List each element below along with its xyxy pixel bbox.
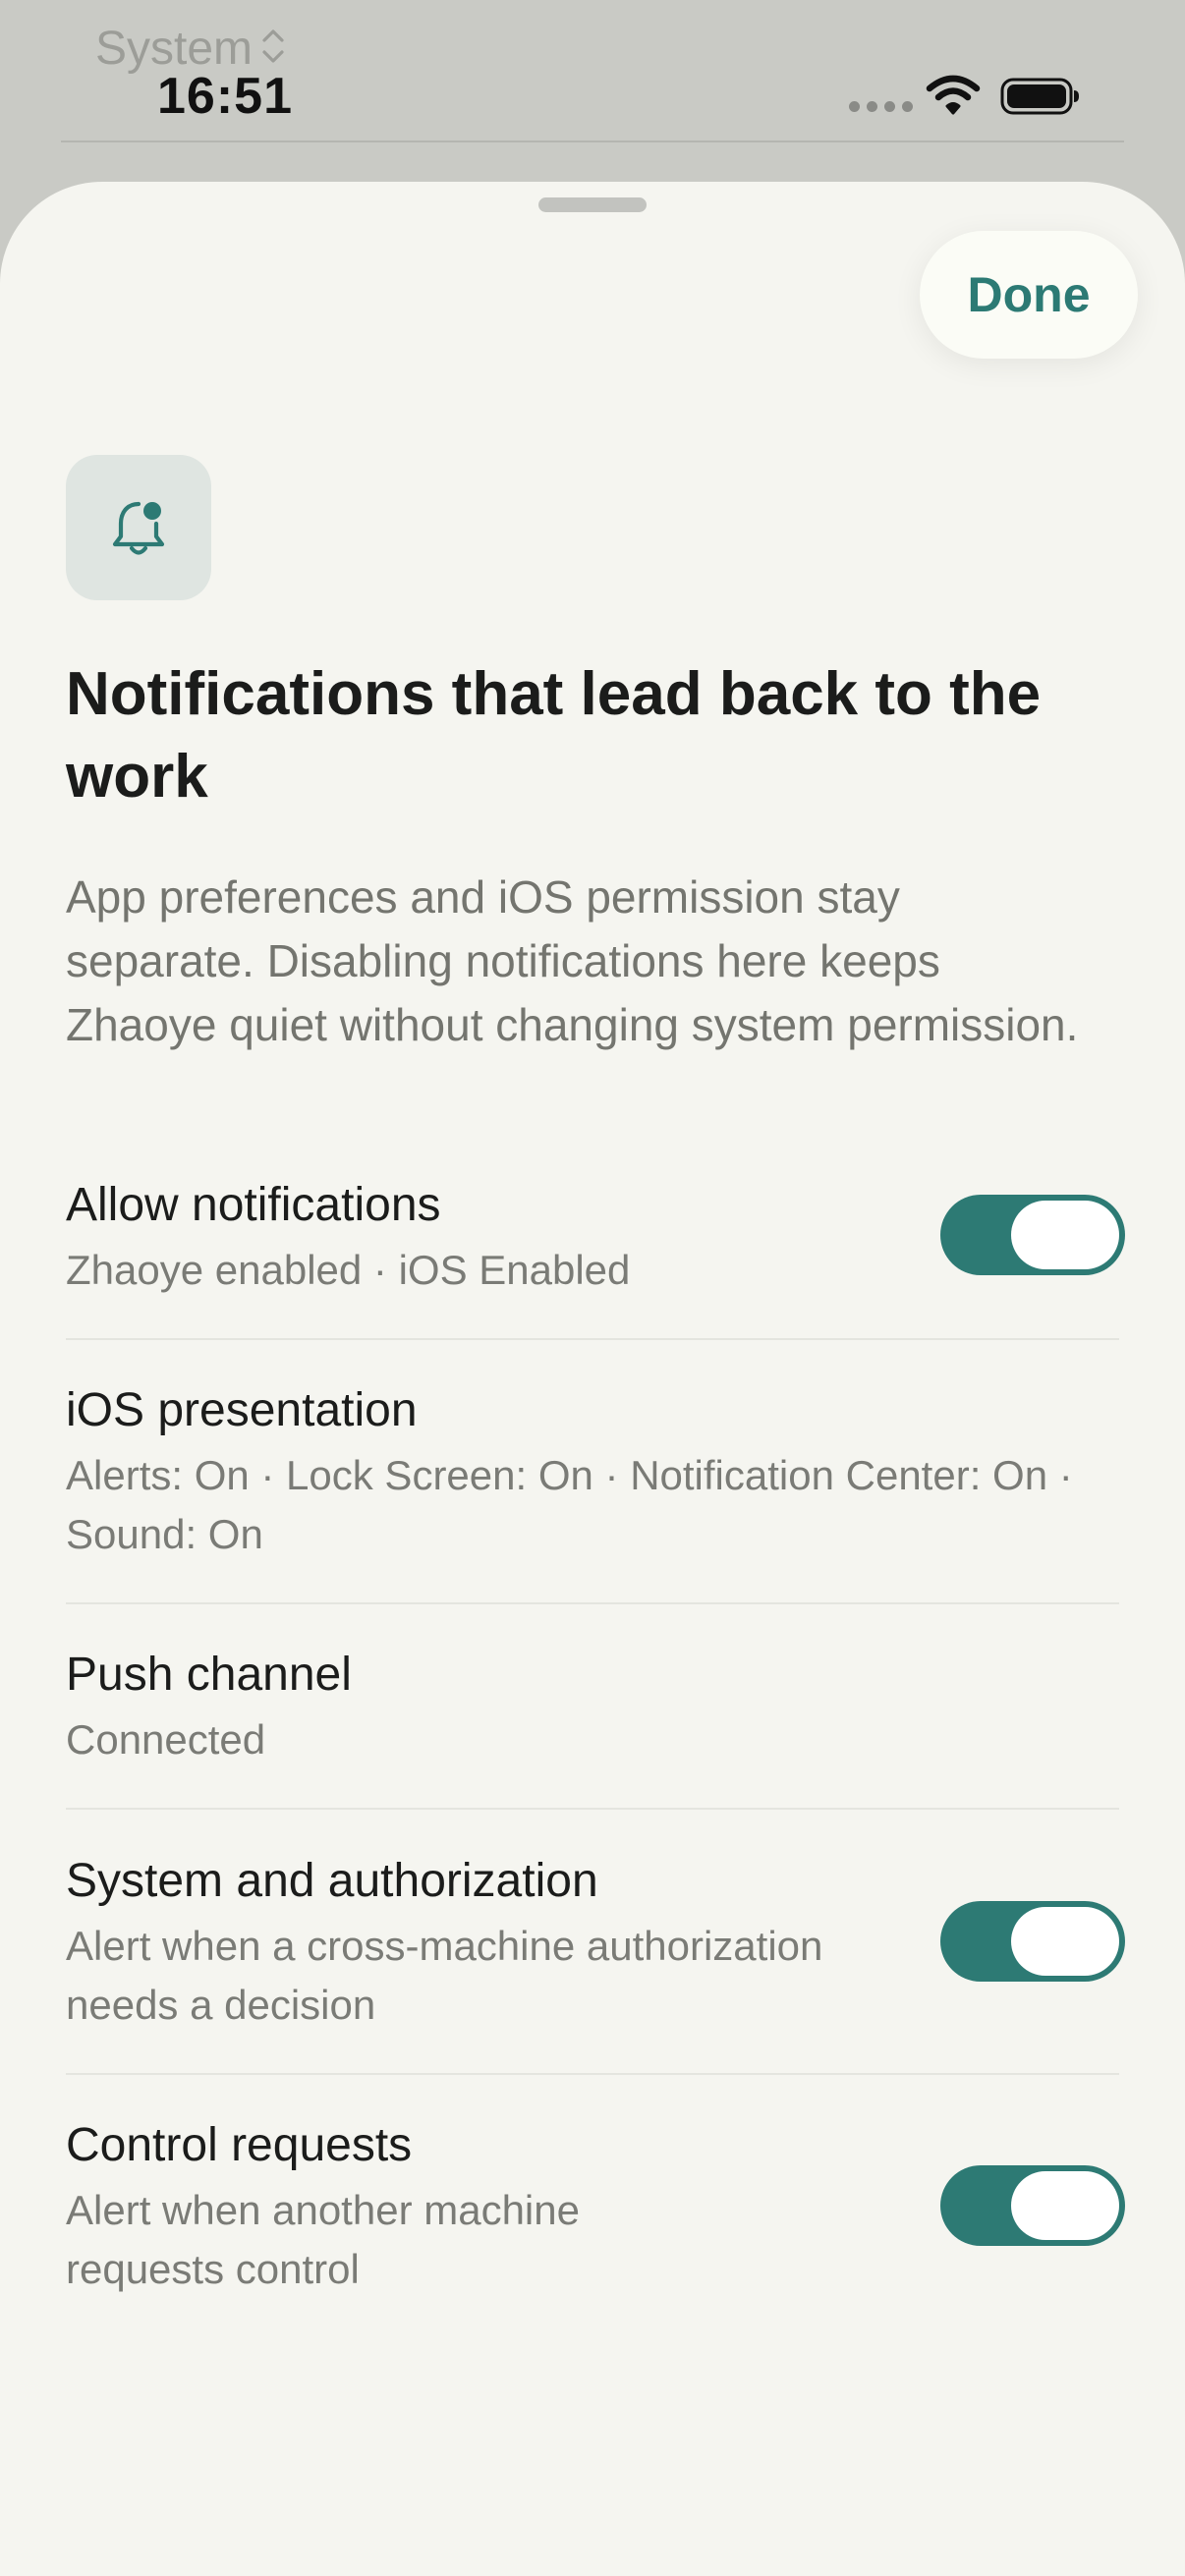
row-divider — [66, 1602, 1119, 1604]
setting-title: Control requests — [66, 2119, 413, 2171]
setting-subtitle: Connected — [66, 1716, 266, 1763]
cellular-dots-icon — [849, 101, 913, 112]
control-requests-toggle[interactable] — [940, 2165, 1125, 2246]
status-time: 16:51 — [157, 68, 293, 125]
allow-notifications-toggle[interactable] — [940, 1195, 1125, 1275]
page-title: Notifications that lead back to the work — [66, 660, 1042, 811]
done-button[interactable]: Done — [920, 231, 1138, 359]
setting-title: Push channel — [66, 1649, 352, 1701]
toggle-knob — [1011, 1907, 1119, 1976]
toggle-knob — [1011, 2171, 1119, 2240]
chevron-up-down-icon — [260, 27, 286, 72]
setting-row-push-channel: Push channel Connected — [66, 1646, 1119, 1769]
status-bar: System 16:51 — [0, 0, 1185, 147]
row-divider — [66, 1338, 1119, 1340]
setting-subtitle: Alert when a cross-machine authorization… — [66, 1923, 823, 2028]
setting-row-control-requests: Control requests Alert when another mach… — [66, 2116, 695, 2299]
sheet-grabber[interactable] — [538, 197, 647, 212]
toggle-knob — [1011, 1201, 1119, 1269]
row-divider — [66, 1808, 1119, 1810]
setting-subtitle: Alert when another machine requests cont… — [66, 2187, 580, 2292]
page-description: App preferences and iOS permission stay … — [66, 871, 1079, 1050]
battery-icon — [1000, 77, 1081, 121]
setting-title: iOS presentation — [66, 1384, 418, 1436]
header-icon-tile — [66, 455, 211, 600]
setting-title: System and authorization — [66, 1855, 598, 1907]
setting-row-ios-presentation[interactable]: iOS presentation Alerts: On · Lock Scree… — [66, 1381, 1088, 1564]
setting-row-system-authorization: System and authorization Alert when a cr… — [66, 1852, 931, 2035]
row-divider — [66, 2073, 1119, 2075]
wifi-icon — [926, 75, 981, 121]
bell-badge-icon — [112, 501, 165, 555]
notifications-sheet: Done Notifications that lead back to the… — [0, 182, 1185, 2576]
system-authorization-toggle[interactable] — [940, 1901, 1125, 1982]
setting-subtitle: Alerts: On · Lock Screen: On · Notificat… — [66, 1452, 1073, 1557]
status-divider — [61, 140, 1124, 142]
